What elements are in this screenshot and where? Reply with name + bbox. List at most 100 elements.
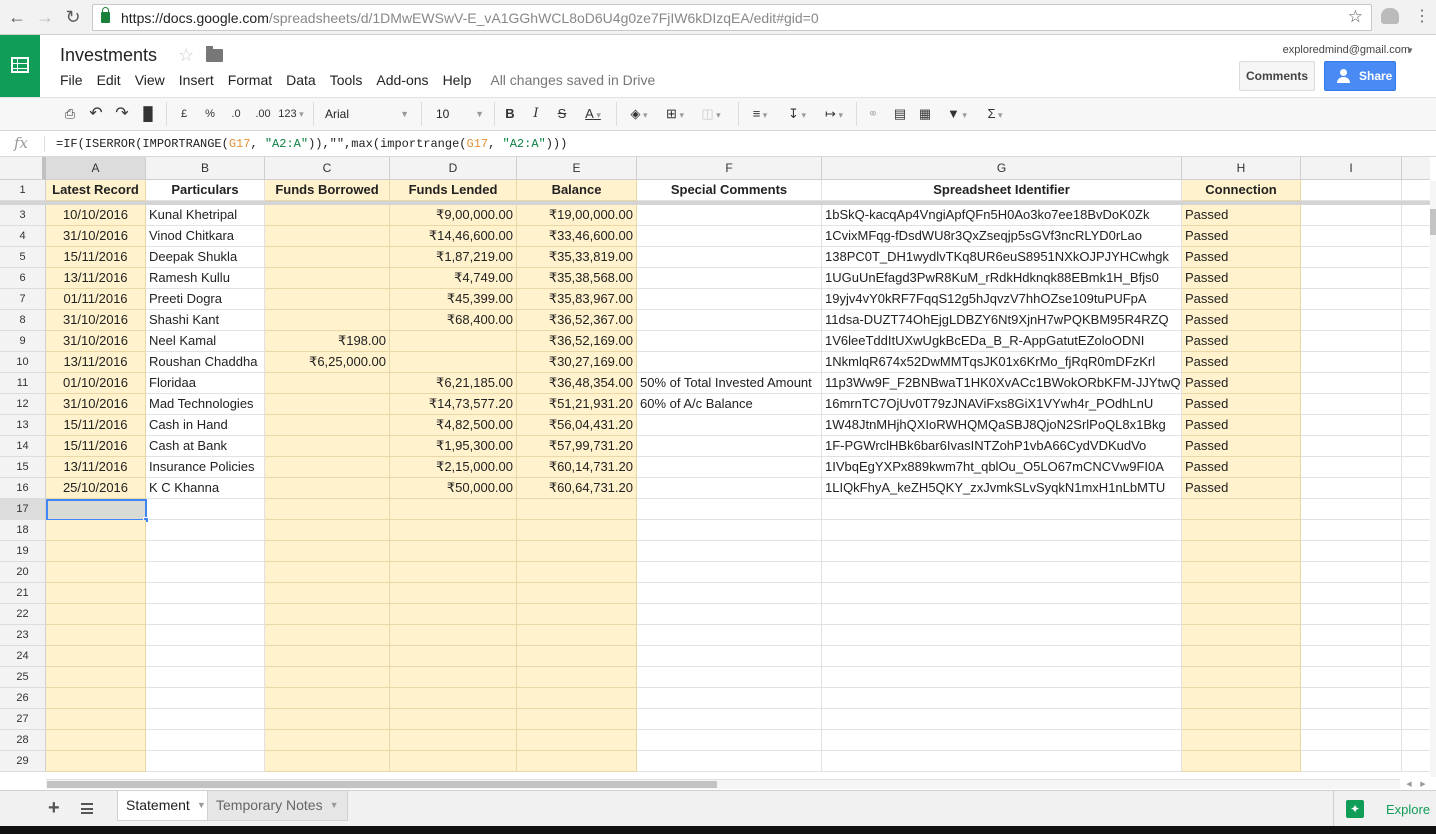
cell[interactable]: 31/10/2016 [46, 310, 146, 331]
menu-help[interactable]: Help [436, 72, 479, 88]
cell[interactable]: Passed [1182, 289, 1301, 310]
cell[interactable] [390, 352, 517, 373]
vertical-align-icon[interactable]: ↧ [782, 103, 812, 125]
merge-cells-icon[interactable]: ◫ [694, 103, 728, 125]
header-cell[interactable]: Balance [517, 180, 637, 201]
cell[interactable] [146, 709, 265, 730]
cell[interactable] [265, 373, 390, 394]
cell[interactable] [390, 541, 517, 562]
column-header-f[interactable]: F [637, 157, 822, 180]
cell[interactable] [46, 730, 146, 751]
cell[interactable] [265, 310, 390, 331]
cell[interactable] [1182, 730, 1301, 751]
cell[interactable]: Insurance Policies [146, 457, 265, 478]
sheets-logo[interactable] [0, 35, 40, 97]
cell[interactable]: ₹35,33,819.00 [517, 247, 637, 268]
cell[interactable]: 1V6leeTddItUXwUgkBcEDa_B_R-AppGatutEZolo… [822, 331, 1182, 352]
cell[interactable] [1301, 667, 1402, 688]
cell[interactable] [637, 625, 822, 646]
cell[interactable] [637, 667, 822, 688]
cell[interactable] [637, 310, 822, 331]
cell[interactable] [517, 667, 637, 688]
cell[interactable] [1402, 667, 1430, 688]
cell[interactable]: Passed [1182, 268, 1301, 289]
redo-icon[interactable]: ↷ [112, 103, 132, 125]
cell[interactable] [1301, 478, 1402, 499]
save-status[interactable]: All changes saved in Drive [478, 72, 655, 88]
row-header-28[interactable]: 28 [0, 730, 46, 751]
cell[interactable] [1301, 541, 1402, 562]
cell[interactable]: 1CvixMFqg-fDsdWU8r3QxZseqjp5sGVf3ncRLYD0… [822, 226, 1182, 247]
row-header-15[interactable]: 15 [0, 457, 46, 478]
cell[interactable]: 01/11/2016 [46, 289, 146, 310]
cell[interactable] [517, 709, 637, 730]
cell[interactable] [390, 562, 517, 583]
cell[interactable] [637, 226, 822, 247]
cell[interactable] [637, 268, 822, 289]
cell[interactable]: Mad Technologies [146, 394, 265, 415]
header-cell[interactable]: Connection [1182, 180, 1301, 201]
cell[interactable] [1301, 394, 1402, 415]
cell[interactable] [1301, 436, 1402, 457]
column-header-g[interactable]: G [822, 157, 1182, 180]
cell[interactable] [265, 436, 390, 457]
cell[interactable] [1402, 520, 1430, 541]
cell[interactable] [46, 541, 146, 562]
cell[interactable] [1301, 751, 1402, 772]
paint-format-icon[interactable]: █ [138, 103, 158, 125]
cell[interactable]: ₹9,00,000.00 [390, 205, 517, 226]
explore-button[interactable]: ✦ Explore [1333, 791, 1436, 827]
cell[interactable]: ₹68,400.00 [390, 310, 517, 331]
cell[interactable]: 1NkmlqR674x52DwMMTqsJK01x6KrMo_fjRqR0mDF… [822, 352, 1182, 373]
cell[interactable]: ₹2,15,000.00 [390, 457, 517, 478]
cell[interactable] [517, 520, 637, 541]
cell[interactable] [390, 520, 517, 541]
cell[interactable] [1301, 226, 1402, 247]
column-header-a[interactable]: A [46, 157, 146, 180]
cell[interactable]: ₹35,83,967.00 [517, 289, 637, 310]
selected-cell[interactable] [46, 499, 147, 521]
percent-format-button[interactable]: % [202, 103, 218, 125]
cell[interactable] [1301, 499, 1402, 520]
cell[interactable] [822, 499, 1182, 520]
cell[interactable]: Passed [1182, 436, 1301, 457]
cell[interactable]: ₹6,21,185.00 [390, 373, 517, 394]
cell[interactable] [265, 625, 390, 646]
cell[interactable] [390, 604, 517, 625]
cell[interactable] [1402, 478, 1430, 499]
row-header-9[interactable]: 9 [0, 331, 46, 352]
cell[interactable]: Cash at Bank [146, 436, 265, 457]
cell[interactable] [1402, 583, 1430, 604]
row-header-10[interactable]: 10 [0, 352, 46, 373]
row-header-11[interactable]: 11 [0, 373, 46, 394]
cell[interactable]: ₹33,46,600.00 [517, 226, 637, 247]
cell[interactable]: ₹1,95,300.00 [390, 436, 517, 457]
cell[interactable]: Cash in Hand [146, 415, 265, 436]
cell[interactable] [822, 751, 1182, 772]
cell[interactable] [390, 688, 517, 709]
cell[interactable] [46, 604, 146, 625]
cell[interactable]: Passed [1182, 226, 1301, 247]
folder-icon[interactable] [206, 46, 223, 62]
cell[interactable]: ₹60,64,731.20 [517, 478, 637, 499]
column-header-h[interactable]: H [1182, 157, 1301, 180]
cell[interactable] [146, 499, 265, 520]
cell[interactable]: 19yjv4vY0kRF7FqqS12g5hJqvzV7hhOZse109tuP… [822, 289, 1182, 310]
row-header-24[interactable]: 24 [0, 646, 46, 667]
cell[interactable] [1301, 289, 1402, 310]
strikethrough-button[interactable]: S [554, 103, 570, 125]
cell[interactable]: Ramesh Kullu [146, 268, 265, 289]
cell[interactable] [1301, 604, 1402, 625]
cell[interactable] [822, 541, 1182, 562]
cell[interactable] [1402, 247, 1430, 268]
cell[interactable]: ₹19,00,000.00 [517, 205, 637, 226]
cell[interactable]: 11p3Ww9F_F2BNBwaT1HK0XvACc1BWokORbKFM-JJ… [822, 373, 1182, 394]
cell[interactable]: 1LIQkFhyA_keZH5QKY_zxJvmkSLvSyqkN1mxH1nL… [822, 478, 1182, 499]
menu-edit[interactable]: Edit [90, 72, 128, 88]
functions-button[interactable]: Σ [980, 103, 1010, 125]
cell[interactable] [1402, 394, 1430, 415]
extension-icon[interactable] [1381, 8, 1399, 24]
cell[interactable]: 1UGuUnEfagd3PwR8KuM_rRdkHdknqk88EBmk1H_B… [822, 268, 1182, 289]
star-icon[interactable]: ☆ [178, 45, 194, 66]
cell[interactable] [390, 499, 517, 520]
